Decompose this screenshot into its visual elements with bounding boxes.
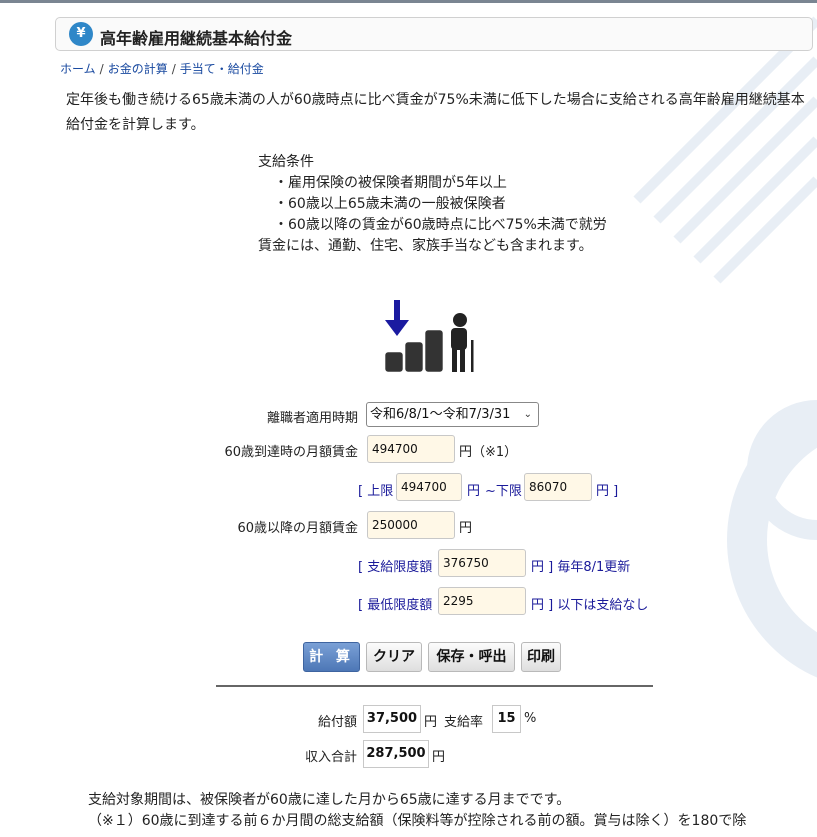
wage-after-unit: 円: [459, 521, 473, 536]
income-label: 収入合計: [304, 750, 357, 765]
print-button[interactable]: 印刷: [521, 642, 561, 672]
conditions-heading: 支給条件: [258, 154, 314, 170]
intro-text: 定年後も働き続ける65歳未満の人が60歳時点に比べ賃金が75%未満に低下した場合…: [66, 92, 805, 133]
money-bag-icon: ¥: [69, 22, 93, 46]
chevron-down-icon: ⌄: [523, 409, 532, 420]
top-border: [0, 0, 817, 3]
page-title: 高年齢雇用継続基本給付金: [100, 29, 293, 48]
wage-after-input[interactable]: [367, 511, 455, 539]
income-unit: 円: [432, 750, 446, 765]
conditions-footer: 賃金には、通勤、住宅、家族手当なども含まれます。: [258, 238, 593, 254]
upper-unit: 円: [467, 484, 481, 499]
save-load-button[interactable]: 保存・呼出: [428, 642, 515, 672]
page-header: ¥ 高年齢雇用継続基本給付金: [55, 17, 813, 51]
conditions-block: 支給条件 ・雇用保険の被保険者期間が5年以上 ・60歳以上65歳未満の一般被保険…: [258, 152, 607, 257]
notes-block: 支給対象期間は、被保険者が60歳に達した月から65歳に達する月までです。 （※１…: [88, 790, 813, 832]
rate-unit: %: [524, 711, 537, 726]
upper-limit-input[interactable]: [396, 473, 462, 501]
down-arrow-icon: [385, 300, 409, 336]
lower-label: ~下限: [485, 484, 522, 499]
note-line: 支給対象期間は、被保険者が60歳に達した月から65歳に達する月までです。: [88, 792, 571, 808]
coin-stack-icon: [384, 329, 444, 373]
limit-unit: 円 ] 毎年8/1更新: [531, 560, 631, 575]
rate-label: 支給率: [444, 715, 484, 730]
condition-item: ・60歳以上65歳未満の一般被保険者: [274, 196, 506, 212]
note-line: （※１）60歳に到達する前６か月間の総支給額（保険料等が控除される前の額。賞与は…: [88, 813, 747, 829]
wage60-label: 60歳到達時の月額賃金: [224, 445, 358, 460]
payment-rate: 15: [492, 705, 521, 733]
breadcrumb-allowance[interactable]: 手当て・給付金: [180, 62, 264, 76]
minimum-limit-input[interactable]: [438, 587, 526, 615]
min-label: [ 最低限度額: [358, 598, 433, 613]
wage-decrease-illustration: [384, 300, 474, 373]
benefit-amount: 37,500: [363, 705, 421, 733]
income-total: 287,500: [363, 740, 429, 768]
payment-limit-input[interactable]: [438, 549, 526, 577]
benefit-label: 給付額: [317, 715, 357, 730]
period-label: 離職者適用時期: [266, 411, 358, 426]
limit-label: [ 支給限度額: [358, 560, 433, 575]
wage60-unit: 円（※1）: [459, 445, 518, 460]
breadcrumb-money-calc[interactable]: お金の計算: [108, 62, 168, 76]
divider: [216, 685, 653, 687]
wage-after-label: 60歳以降の月額賃金: [237, 521, 358, 536]
clear-button[interactable]: クリア: [366, 642, 422, 672]
condition-item: ・60歳以降の賃金が60歳時点に比べ75%未満で就労: [274, 217, 607, 233]
calculate-button[interactable]: 計 算: [303, 642, 360, 672]
condition-item: ・雇用保険の被保険者期間が5年以上: [274, 175, 507, 191]
period-select[interactable]: 令和6/8/1～令和7/3/31 ⌄: [366, 402, 539, 427]
wage60-input[interactable]: [367, 435, 455, 463]
breadcrumb-home[interactable]: ホーム: [60, 62, 96, 76]
lower-limit-input[interactable]: [524, 473, 592, 501]
min-unit: 円 ] 以下は支給なし: [531, 598, 649, 613]
lower-unit: 円 ]: [596, 484, 619, 499]
breadcrumb: ホーム / お金の計算 / 手当て・給付金: [60, 62, 264, 76]
benefit-unit: 円: [424, 715, 438, 730]
elderly-person-icon: [451, 313, 474, 372]
upper-label: [ 上限: [358, 484, 394, 499]
